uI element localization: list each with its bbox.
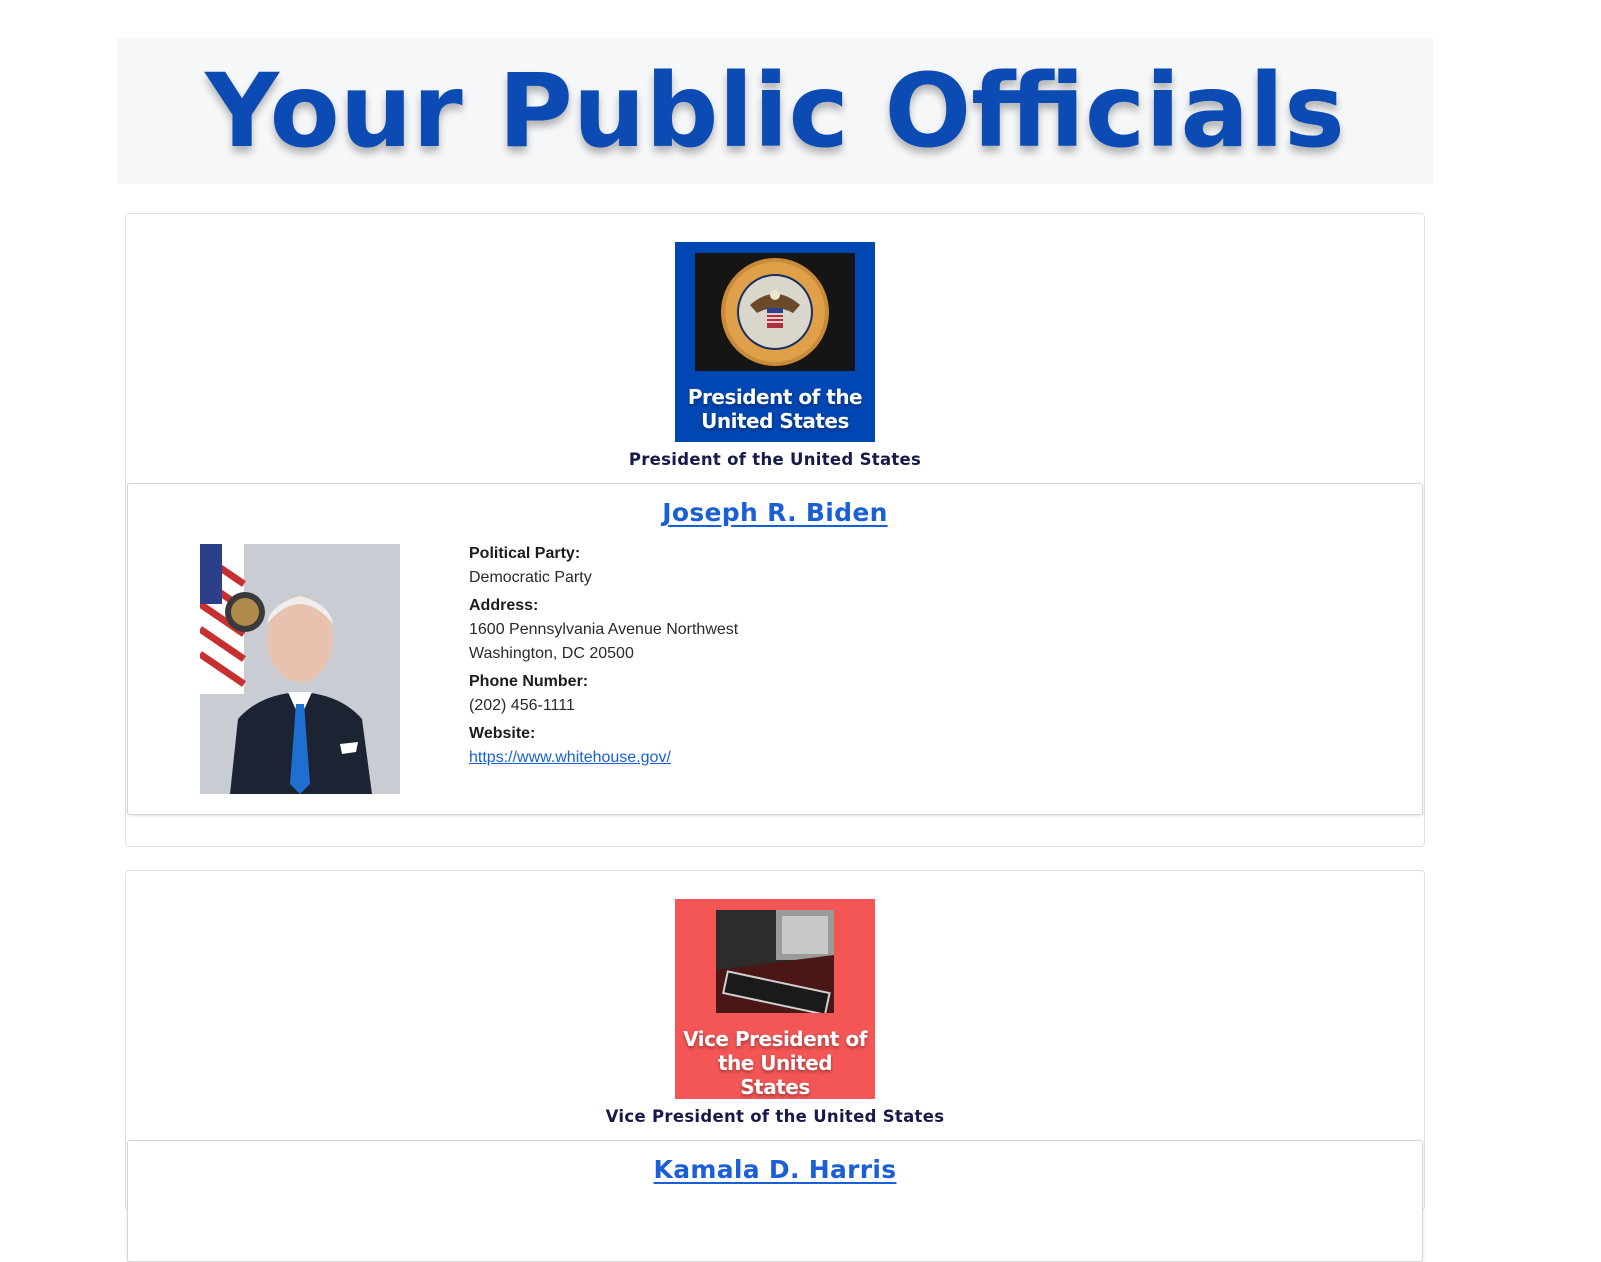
office-header: President of the United States President… [126, 214, 1424, 469]
office-logo: Vice President of the United States [675, 899, 875, 1099]
office-logo-text: President of the United States [687, 385, 863, 433]
official-card: Kamala D. Harris [127, 1140, 1423, 1262]
party-label: Political Party: [469, 545, 581, 562]
office-logo: President of the United States [675, 242, 875, 442]
phone-label: Phone Number: [469, 673, 589, 690]
website-link[interactable]: https://www.whitehouse.gov/ [469, 749, 671, 766]
official-portrait [200, 544, 400, 794]
address-line-1: 1600 Pennsylvania Avenue Northwest [469, 621, 739, 638]
party-value: Democratic Party [469, 569, 592, 586]
office-logo-text: Vice President of the United States [683, 1027, 867, 1099]
official-name-link[interactable]: Joseph R. Biden [128, 484, 1422, 527]
website-value: https://www.whitehouse.gov/ [469, 746, 738, 770]
presidential-seal-image [695, 253, 855, 371]
office-card-president: President of the United States President… [125, 213, 1425, 847]
vice-president-nameplate-image [716, 910, 834, 1013]
official-details: Political Party: Democratic Party Addres… [469, 542, 738, 770]
office-name: President of the United States [628, 450, 922, 469]
office-header: Vice President of the United States Vice… [126, 871, 1424, 1126]
office-name: Vice President of the United States [605, 1107, 945, 1126]
phone-value: (202) 456-1111 [469, 697, 575, 714]
page-title: Your Public Officials [205, 51, 1345, 171]
official-card: Joseph R. Biden Political Party: Democra… [127, 483, 1423, 815]
page-banner: Your Public Officials [117, 38, 1433, 184]
address-line-2: Washington, DC 20500 [469, 645, 634, 662]
office-card-vice-president: Vice President of the United States Vice… [125, 870, 1425, 1262]
address-label: Address: [469, 597, 539, 614]
official-name-link[interactable]: Kamala D. Harris [128, 1141, 1422, 1184]
website-label: Website: [469, 725, 536, 742]
